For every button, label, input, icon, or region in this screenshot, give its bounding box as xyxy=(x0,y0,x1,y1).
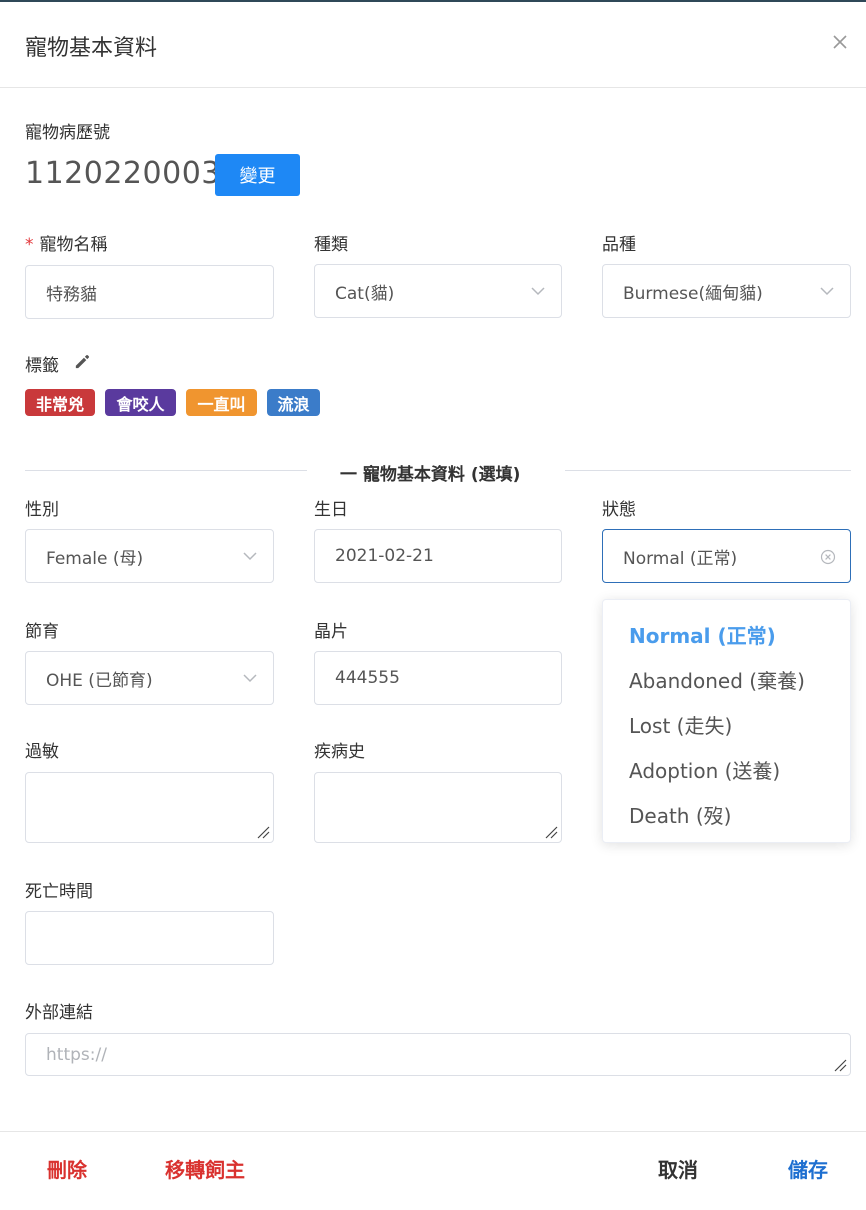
record-number: 1120220003 xyxy=(25,156,221,191)
delete-button[interactable]: 刪除 xyxy=(47,1154,87,1183)
chevron-down-icon xyxy=(243,552,257,561)
neutered-value: OHE (已節育) xyxy=(46,670,153,691)
chip-label: 晶片 xyxy=(314,622,348,642)
resize-handle-icon[interactable] xyxy=(833,1058,847,1072)
close-icon[interactable] xyxy=(830,32,850,52)
dialog-title: 寵物基本資料 xyxy=(25,36,158,61)
species-select[interactable]: Cat(貓) xyxy=(314,264,562,318)
chevron-down-icon xyxy=(531,287,545,296)
breed-select[interactable]: Burmese(緬甸貓) xyxy=(602,264,851,318)
record-number-label: 寵物病歷號 xyxy=(25,123,110,143)
species-label: 種類 xyxy=(314,235,348,255)
status-value: Normal (正常) xyxy=(623,548,738,569)
pet-name-value: 特務貓 xyxy=(46,284,97,305)
external-link-label: 外部連結 xyxy=(25,1003,93,1023)
breed-label: 品種 xyxy=(602,235,636,255)
divider-left xyxy=(25,470,307,471)
allergy-textarea[interactable] xyxy=(25,772,274,843)
chevron-down-icon xyxy=(243,674,257,683)
dialog-footer: 刪除 移轉飼主 取消 儲存 xyxy=(0,1131,866,1210)
save-button[interactable]: 儲存 xyxy=(788,1154,828,1183)
tag-list: 非常兇 會咬人 一直叫 流浪 xyxy=(25,389,320,416)
pet-name-label: * 寵物名稱 xyxy=(25,230,108,255)
status-label: 狀態 xyxy=(602,500,636,520)
optional-section-title: 一 寵物基本資料 (選填) xyxy=(340,465,521,485)
breed-value: Burmese(緬甸貓) xyxy=(623,283,763,304)
cancel-button[interactable]: 取消 xyxy=(658,1154,698,1183)
divider-right xyxy=(565,470,851,471)
transfer-owner-button[interactable]: 移轉飼主 xyxy=(165,1154,245,1183)
pencil-icon[interactable] xyxy=(73,352,92,371)
gender-value: Female (母) xyxy=(46,548,144,569)
tag-item[interactable]: 流浪 xyxy=(267,389,320,416)
clear-circle-icon[interactable] xyxy=(820,549,836,565)
death-time-label: 死亡時間 xyxy=(25,882,93,902)
required-mark: * xyxy=(25,235,34,255)
status-dropdown: Normal (正常) Abandoned (棄養) Lost (走失) Ado… xyxy=(602,599,851,843)
birthday-input[interactable]: 2021-02-21 xyxy=(314,529,562,583)
status-option-death[interactable]: Death (歿) xyxy=(629,800,731,829)
resize-handle-icon[interactable] xyxy=(544,825,558,839)
tag-item[interactable]: 一直叫 xyxy=(186,389,257,416)
status-option-normal[interactable]: Normal (正常) xyxy=(629,620,776,649)
disease-history-label: 疾病史 xyxy=(314,742,365,762)
external-link-placeholder: https:// xyxy=(46,1045,107,1065)
external-link-textarea[interactable]: https:// xyxy=(25,1033,851,1076)
status-select[interactable]: Normal (正常) xyxy=(602,529,851,583)
disease-history-textarea[interactable] xyxy=(314,772,562,843)
tag-item[interactable]: 會咬人 xyxy=(105,389,176,416)
death-time-input[interactable] xyxy=(25,911,274,965)
dialog-header: 寵物基本資料 xyxy=(0,2,866,88)
change-record-button[interactable]: 變更 xyxy=(215,154,300,196)
tag-item[interactable]: 非常兇 xyxy=(25,389,95,416)
gender-select[interactable]: Female (母) xyxy=(25,529,274,583)
status-option-abandoned[interactable]: Abandoned (棄養) xyxy=(629,665,805,694)
pet-name-input[interactable]: 特務貓 xyxy=(25,265,274,319)
birthday-value: 2021-02-21 xyxy=(335,546,434,566)
status-option-adoption[interactable]: Adoption (送養) xyxy=(629,755,780,784)
pet-name-label-text: 寵物名稱 xyxy=(39,235,108,255)
chip-input[interactable]: 444555 xyxy=(314,651,562,705)
neutered-label: 節育 xyxy=(25,622,59,642)
birthday-label: 生日 xyxy=(314,500,348,520)
species-value: Cat(貓) xyxy=(335,283,395,304)
allergy-label: 過敏 xyxy=(25,742,59,762)
chevron-down-icon xyxy=(820,287,834,296)
neutered-select[interactable]: OHE (已節育) xyxy=(25,651,274,705)
chip-value: 444555 xyxy=(335,668,400,688)
resize-handle-icon[interactable] xyxy=(256,825,270,839)
status-option-lost[interactable]: Lost (走失) xyxy=(629,710,732,739)
gender-label: 性別 xyxy=(25,500,59,520)
tags-label: 標籤 xyxy=(25,356,59,376)
